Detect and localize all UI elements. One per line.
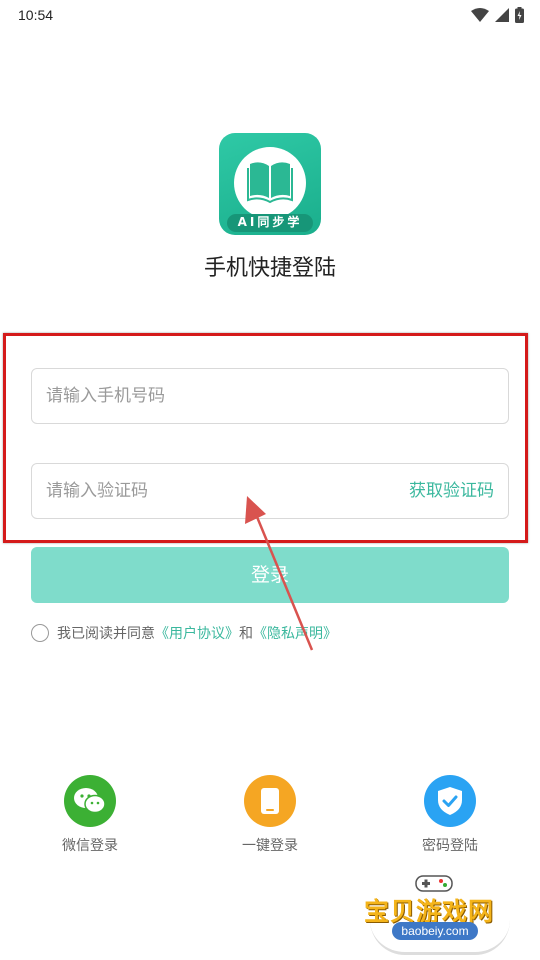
- app-logo: AI同步学: [219, 133, 321, 235]
- login-button[interactable]: 登录: [31, 547, 509, 603]
- book-icon: [247, 162, 293, 204]
- phone-input[interactable]: [46, 369, 376, 423]
- agreement-and: 和: [239, 626, 253, 642]
- wifi-icon: [471, 8, 489, 22]
- status-icons: [471, 7, 524, 23]
- code-input[interactable]: [46, 464, 376, 518]
- user-agreement-link[interactable]: 《用户协议》: [155, 623, 239, 643]
- wechat-icon[interactable]: [64, 775, 116, 827]
- password-login-label: 密码登陆: [422, 838, 478, 854]
- watermark: 宝贝游戏网 baobeiy.com: [360, 870, 520, 955]
- agreement-radio[interactable]: [31, 624, 49, 642]
- password-login-option[interactable]: 密码登陆: [390, 775, 510, 855]
- phone-field[interactable]: [31, 368, 509, 424]
- status-bar: 10:54: [0, 0, 540, 32]
- wechat-login-option[interactable]: 微信登录: [30, 775, 150, 855]
- status-time: 10:54: [18, 7, 54, 23]
- get-code-button[interactable]: 获取验证码: [409, 464, 494, 518]
- code-field[interactable]: 获取验证码: [31, 463, 509, 519]
- privacy-link[interactable]: 《隐私声明》: [253, 623, 337, 643]
- signal-icon: [495, 8, 509, 22]
- agreement-row: 我已阅读并同意 《用户协议》 和 《隐私声明》: [31, 623, 337, 643]
- agreement-prefix: 我已阅读并同意: [57, 626, 155, 642]
- wechat-login-label: 微信登录: [62, 838, 118, 854]
- gamepad-icon: [415, 875, 453, 892]
- shield-check-icon[interactable]: [424, 775, 476, 827]
- one-click-login-label: 一键登录: [242, 838, 298, 854]
- phone-icon[interactable]: [244, 775, 296, 827]
- one-click-login-option[interactable]: 一键登录: [210, 775, 330, 855]
- page-title: 手机快捷登陆: [203, 256, 336, 281]
- logo-caption: AI同步学: [237, 215, 303, 229]
- watermark-url: baobeiy.com: [392, 922, 478, 940]
- battery-icon: [515, 7, 524, 23]
